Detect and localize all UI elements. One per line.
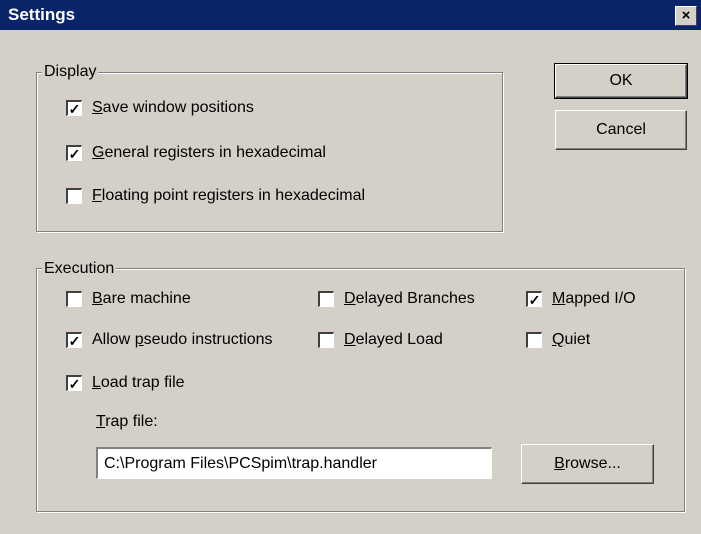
cancel-button[interactable]: Cancel	[555, 110, 687, 150]
delayed-branches-checkbox-row[interactable]: Delayed Branches	[318, 288, 518, 310]
load-trap-file-checkbox[interactable]: ✓	[66, 375, 82, 391]
delayed-branches-label: Delayed Branches	[344, 290, 475, 307]
general-registers-hex-label: General registers in hexadecimal	[92, 144, 326, 161]
quiet-label: Quiet	[552, 331, 591, 348]
quiet-checkbox[interactable]	[526, 332, 542, 348]
load-trap-file-label: Load trap file	[92, 374, 185, 391]
mapped-io-checkbox[interactable]: ✓	[526, 291, 542, 307]
delayed-branches-checkbox[interactable]	[318, 291, 334, 307]
bare-machine-checkbox-row[interactable]: Bare machine	[66, 288, 226, 310]
display-legend: Display	[42, 63, 99, 81]
trap-file-label: Trap file:	[96, 413, 158, 430]
delayed-load-checkbox[interactable]	[318, 332, 334, 348]
floating-point-registers-hex-checkbox[interactable]	[66, 188, 82, 204]
execution-legend: Execution	[42, 260, 117, 278]
allow-pseudo-checkbox-row[interactable]: ✓ Allow pseudo instructions	[66, 329, 308, 351]
quiet-checkbox-row[interactable]: Quiet	[526, 329, 681, 351]
mapped-io-label: Mapped I/O	[552, 290, 636, 307]
ok-button[interactable]: OK	[554, 63, 688, 99]
general-registers-hex-checkbox-row[interactable]: ✓ General registers in hexadecimal	[66, 142, 486, 164]
load-trap-file-checkbox-row[interactable]: ✓ Load trap file	[66, 372, 266, 394]
allow-pseudo-label: Allow pseudo instructions	[92, 331, 273, 348]
close-button[interactable]: ×	[675, 6, 697, 26]
title-bar	[0, 0, 701, 30]
save-window-positions-checkbox[interactable]: ✓	[66, 100, 82, 116]
allow-pseudo-checkbox[interactable]: ✓	[66, 332, 82, 348]
floating-point-registers-hex-label: Floating point registers in hexadecimal	[92, 187, 366, 204]
bare-machine-label: Bare machine	[92, 290, 191, 307]
save-window-positions-checkbox-row[interactable]: ✓ Save window positions	[66, 97, 486, 119]
general-registers-hex-checkbox[interactable]: ✓	[66, 145, 82, 161]
mapped-io-checkbox-row[interactable]: ✓ Mapped I/O	[526, 288, 681, 310]
delayed-load-label: Delayed Load	[344, 331, 443, 348]
trap-file-input[interactable]	[96, 447, 492, 479]
save-window-positions-label: Save window positions	[92, 99, 254, 116]
window-title: Settings	[8, 5, 76, 24]
browse-button[interactable]: Browse...	[521, 444, 654, 484]
delayed-load-checkbox-row[interactable]: Delayed Load	[318, 329, 518, 351]
floating-point-registers-hex-checkbox-row[interactable]: Floating point registers in hexadecimal	[66, 185, 486, 207]
bare-machine-checkbox[interactable]	[66, 291, 82, 307]
